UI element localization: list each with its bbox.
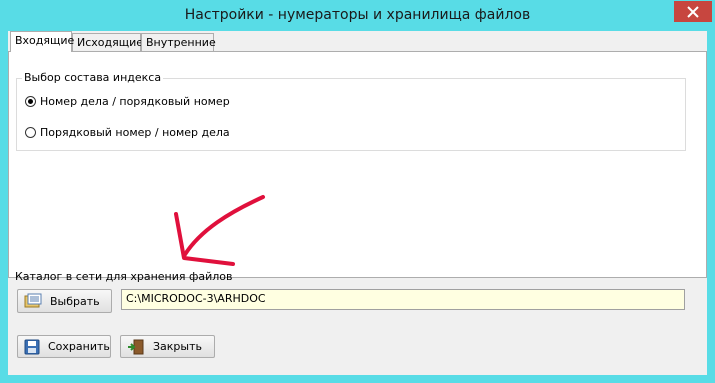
close-button[interactable]: Закрыть [120, 335, 215, 358]
folder-list-icon [24, 293, 42, 308]
index-composition-group: Выбор состава индекса Номер дела / поряд… [16, 71, 686, 151]
close-icon [687, 5, 699, 18]
tab-outgoing[interactable]: Исходящие [72, 33, 143, 51]
tab-panel: Выбор состава индекса Номер дела / поряд… [8, 51, 707, 278]
close-window-button[interactable] [674, 1, 712, 22]
save-button-label: Сохранить [48, 340, 110, 353]
select-button-label: Выбрать [50, 294, 100, 308]
tab-internal[interactable]: Внутренние [141, 33, 216, 51]
storage-label: Каталог в сети для хранения файлов [15, 270, 233, 283]
storage-path-field[interactable]: C:\MICRODOC-3\ARHDOC [121, 289, 685, 310]
radio-label: Номер дела / порядковый номер [40, 95, 230, 108]
radio-option-seq-number-first[interactable]: Порядковый номер / номер дела [25, 126, 230, 139]
select-folder-button[interactable]: Выбрать [17, 289, 112, 313]
title-bar: Настройки - нумераторы и хранилища файло… [0, 0, 715, 31]
group-title: Выбор состава индекса [22, 71, 164, 84]
window-title: Настройки - нумераторы и хранилища файло… [184, 7, 531, 23]
close-button-label: Закрыть [153, 340, 202, 353]
settings-window: Входящие Исходящие Внутренние Выбор сост… [8, 31, 707, 375]
radio-button[interactable] [25, 96, 36, 107]
radio-button[interactable] [25, 127, 36, 138]
radio-option-case-number-first[interactable]: Номер дела / порядковый номер [25, 95, 230, 108]
exit-door-icon [128, 339, 144, 354]
tab-incoming[interactable]: Входящие [10, 31, 74, 52]
save-button[interactable]: Сохранить [17, 335, 111, 358]
floppy-disk-icon [24, 339, 40, 354]
radio-label: Порядковый номер / номер дела [40, 126, 230, 139]
